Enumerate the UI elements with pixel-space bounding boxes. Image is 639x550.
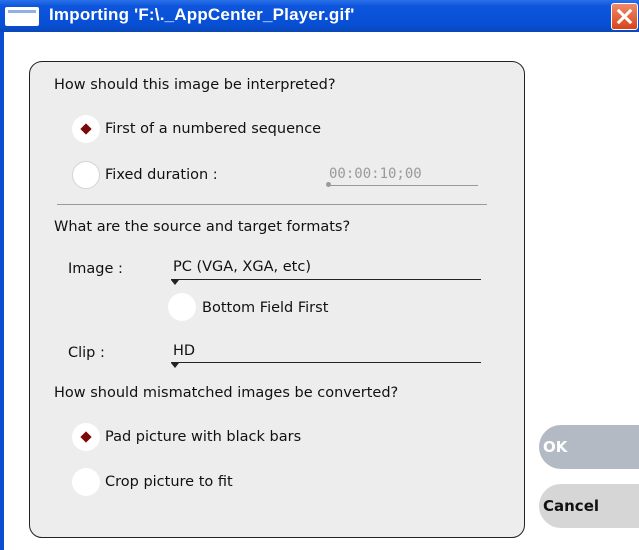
- section-divider: [57, 204, 487, 205]
- radio-fixed-duration-label[interactable]: Fixed duration :: [105, 166, 218, 184]
- close-button[interactable]: [611, 3, 638, 30]
- checkbox-bottom-field-first[interactable]: [168, 293, 196, 321]
- radio-fixed-duration[interactable]: [72, 161, 100, 189]
- bottom-field-first-label[interactable]: Bottom Field First: [202, 299, 328, 317]
- radio-numbered-sequence-label[interactable]: First of a numbered sequence: [105, 120, 321, 138]
- formats-question: What are the source and target formats?: [54, 219, 351, 235]
- cancel-button[interactable]: Cancel: [539, 484, 639, 528]
- clip-format-label: Clip :: [68, 345, 105, 361]
- image-format-dropdown[interactable]: PC (VGA, XGA, etc): [173, 258, 311, 276]
- window-frame-left: [0, 32, 4, 550]
- window-icon: [5, 7, 39, 26]
- title-bar: Importing 'F:\._AppCenter_Player.gif': [0, 0, 639, 32]
- conversion-question: How should mismatched images be converte…: [54, 385, 399, 401]
- duration-input-handle: [326, 182, 331, 187]
- radio-crop-to-fit[interactable]: [72, 468, 100, 496]
- ok-button[interactable]: OK: [539, 425, 639, 469]
- image-format-dropdown-arrow-icon[interactable]: [171, 280, 179, 285]
- image-format-label: Image :: [68, 261, 123, 277]
- radio-pad-black-bars-label[interactable]: Pad picture with black bars: [105, 428, 301, 446]
- duration-input-underline: [329, 185, 478, 186]
- clip-format-dropdown-arrow-icon[interactable]: [171, 363, 179, 368]
- interpretation-question: How should this image be interpreted?: [54, 77, 336, 93]
- image-format-underline: [171, 279, 481, 280]
- radio-crop-to-fit-label[interactable]: Crop picture to fit: [105, 473, 233, 491]
- radio-pad-black-bars[interactable]: [72, 423, 100, 451]
- window-title: Importing 'F:\._AppCenter_Player.gif': [49, 5, 355, 24]
- radio-numbered-sequence[interactable]: [72, 115, 100, 143]
- duration-input[interactable]: 00:00:10;00: [329, 166, 422, 182]
- clip-format-underline: [171, 362, 481, 363]
- clip-format-dropdown[interactable]: HD: [173, 342, 195, 360]
